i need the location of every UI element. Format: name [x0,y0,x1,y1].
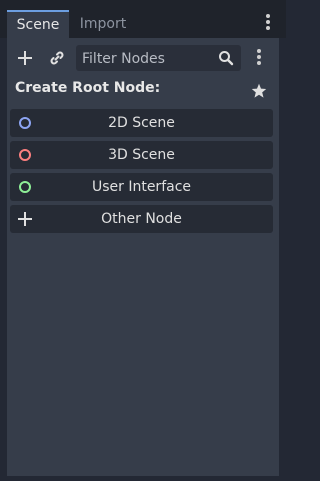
3d-scene-label: 3D Scene [108,147,175,163]
dock-tab-bar: Scene Import [0,0,286,38]
2d-scene-label: 2D Scene [108,115,175,131]
2d-scene-button[interactable]: 2D Scene [10,109,273,137]
search-icon [219,51,234,66]
link-icon [50,51,64,65]
filter-menu-icon[interactable] [253,49,265,69]
add-node-button[interactable] [13,46,37,70]
filter-nodes-field[interactable] [76,45,241,71]
star-icon[interactable] [250,82,268,100]
scene-panel [7,38,279,476]
other-node-label: Other Node [101,211,182,227]
3d-scene-button[interactable]: 3D Scene [10,141,273,169]
create-root-node-heading: Create Root Node: [15,80,161,96]
dock-menu-icon[interactable] [262,14,274,34]
filter-nodes-input[interactable] [80,48,216,70]
instantiate-scene-button[interactable] [45,46,69,70]
tab-import[interactable]: Import [72,10,134,38]
other-node-button[interactable]: Other Node [10,205,273,233]
user-interface-label: User Interface [91,179,192,195]
tab-scene[interactable]: Scene [7,10,69,38]
plus-icon [18,51,32,65]
user-interface-button[interactable]: User Interface [10,173,273,201]
scene-dock: Scene Import Create Root No [0,0,286,481]
